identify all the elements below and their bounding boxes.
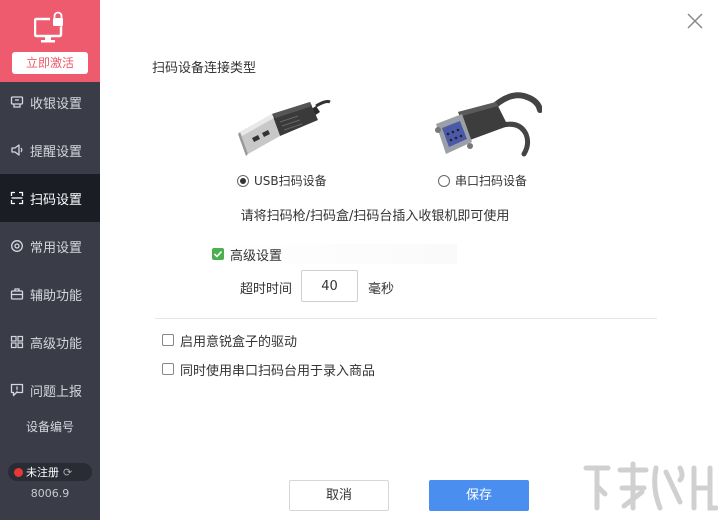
sidebar-item-label: 辅助功能 [30,288,83,304]
enable-driver-checkbox[interactable] [162,334,174,346]
usb-device-radio[interactable]: USB扫码设备 [237,172,327,189]
serial-device-radio[interactable]: 串口扫码设备 [438,172,527,189]
sidebar-item-label: 常用设置 [30,240,83,256]
cashier-icon [10,95,24,109]
timeout-unit: 毫秒 [368,282,395,297]
checkmark-icon [213,250,223,258]
brand-area: 立即激活 [0,0,100,82]
register-status-text: 未注册 [26,466,59,479]
sidebar-item-label: 问题上报 [30,384,83,400]
toolbox-icon [10,287,24,301]
sidebar: 立即激活 收银设置 提醒设置 扫码设置 常用设置 辅助功能 高级功能 问题上报 … [0,0,100,520]
locked-monitor-icon [34,11,66,43]
timeout-label: 超时时间 [240,282,293,297]
sidebar-item-label: 提醒设置 [30,144,83,160]
device-number-link[interactable]: 设备编号 [0,418,100,435]
sidebar-nav: 收银设置 提醒设置 扫码设置 常用设置 辅助功能 高级功能 问题上报 [0,78,100,414]
sidebar-item-advanced-functions[interactable]: 高级功能 [0,318,100,366]
scan-icon [10,191,24,205]
sidebar-item-label: 扫码设置 [30,192,83,208]
serial-entry-checkbox[interactable] [162,363,174,375]
serial-connector-image [435,92,542,157]
advanced-settings-row[interactable]: 高级设置 [212,244,457,264]
cancel-button[interactable]: 取消 [289,480,389,511]
refresh-icon[interactable]: ⟳ [63,466,72,479]
register-status-badge[interactable]: 未注册 ⟳ [8,463,92,481]
sidebar-item-reminder-settings[interactable]: 提醒设置 [0,126,100,174]
enable-driver-option[interactable]: 启用意锐盒子的驱动 [162,331,298,350]
sidebar-item-label: 收银设置 [30,96,83,112]
main-panel: 扫码设备连接类型 USB扫码设备 串口扫码设备 请将扫码枪/扫码盒/扫码台插入收… [100,0,720,520]
timeout-input[interactable] [301,270,358,302]
sidebar-item-scan-settings[interactable]: 扫码设置 [0,174,100,222]
radio-label: USB扫码设备 [254,174,327,188]
advanced-settings-checkbox[interactable] [212,248,224,260]
sidebar-item-report-issue[interactable]: 问题上报 [0,366,100,414]
usb-connector-image [238,100,331,156]
sidebar-item-cashier-settings[interactable]: 收银设置 [0,78,100,126]
save-button[interactable]: 保存 [429,480,529,511]
report-icon [10,383,24,397]
sidebar-item-auxiliary-functions[interactable]: 辅助功能 [0,270,100,318]
watermark-logo [583,461,718,511]
status-dot [14,467,23,477]
radio-label: 串口扫码设备 [455,174,528,188]
section-title: 扫码设备连接类型 [152,61,257,76]
speaker-icon [10,143,24,157]
divider [155,318,657,319]
sidebar-item-label: 高级功能 [30,336,83,352]
gear-icon [10,239,24,253]
radio-button[interactable] [438,174,450,187]
grid-icon [10,335,24,349]
advanced-settings-label: 高级设置 [230,248,283,264]
option-label: 启用意锐盒子的驱动 [180,334,298,350]
version-label: 8006.9 [30,487,70,500]
serial-entry-option[interactable]: 同时使用串口扫码台用于录入商品 [162,360,376,379]
sidebar-item-common-settings[interactable]: 常用设置 [0,222,100,270]
close-icon[interactable] [684,10,706,32]
activate-button[interactable]: 立即激活 [12,52,88,74]
radio-button-selected[interactable] [237,174,249,187]
option-label: 同时使用串口扫码台用于录入商品 [180,363,376,379]
connection-hint: 请将扫码枪/扫码盒/扫码台插入收银机即可使用 [240,209,510,224]
